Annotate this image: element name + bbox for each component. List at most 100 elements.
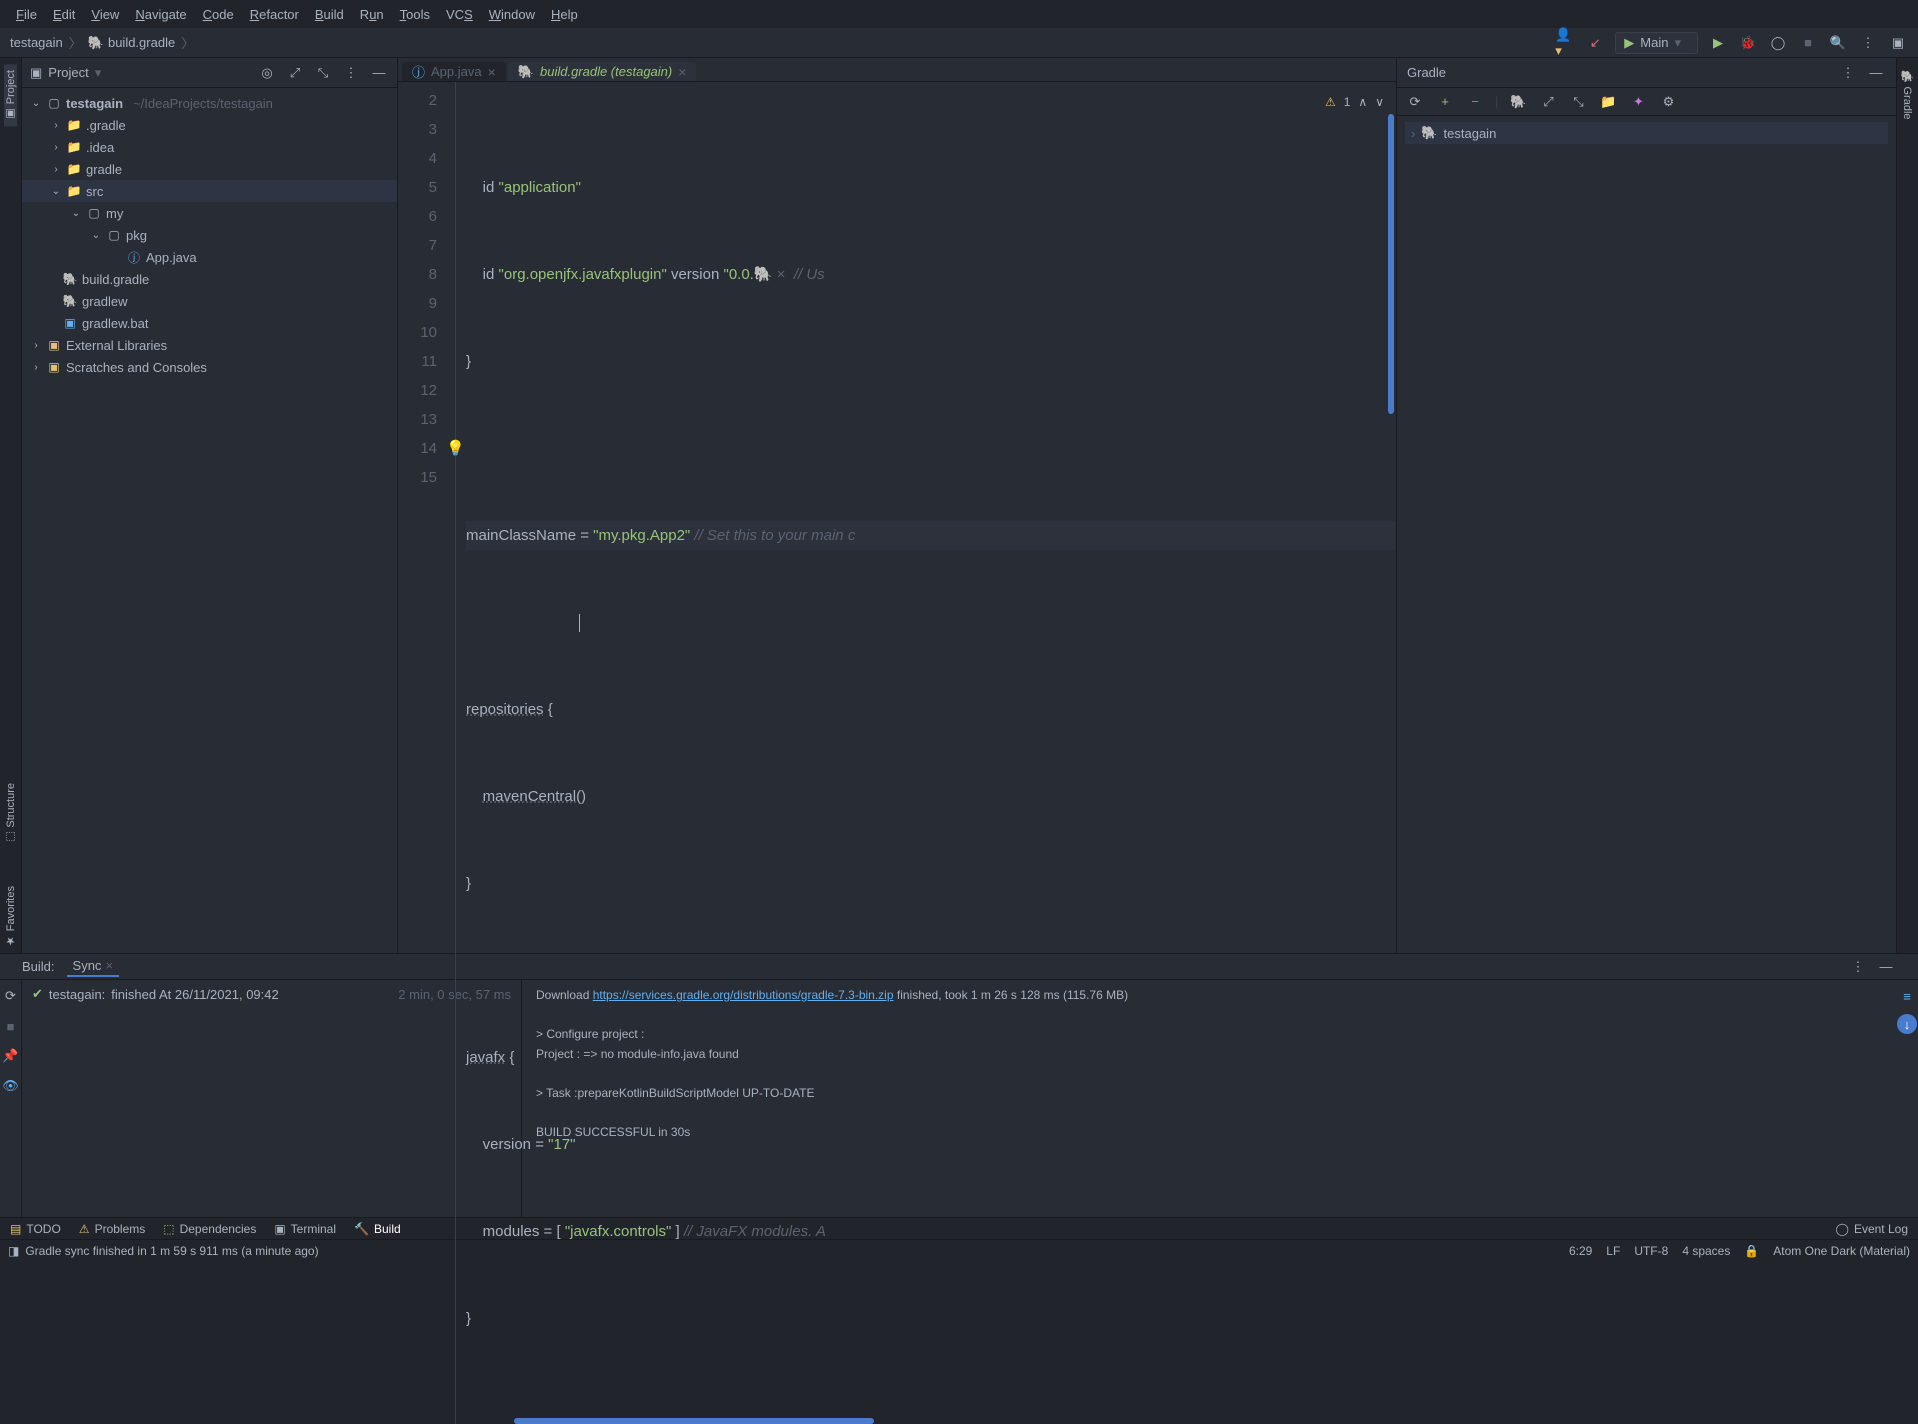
editor-vertical-scrollbar[interactable]	[1388, 114, 1394, 414]
code-editor-content[interactable]: ⚠1 ∧ ∨ id "application" id "org.openjfx.…	[456, 82, 1396, 1424]
editor-tab-build-gradle[interactable]: 🐘 build.gradle (testagain) ×	[508, 62, 697, 81]
favorites-tool-button[interactable]: ★ Favorites	[4, 880, 17, 953]
editor-body[interactable]: 23456789101112131415 ⚠1 ∧ ∨ id "applicat…	[398, 82, 1396, 1424]
tree-item-app-java[interactable]: ⓙApp.java	[22, 246, 397, 268]
problems-tool-button[interactable]: ⚠Problems	[79, 1222, 145, 1236]
coverage-button[interactable]: ◯	[1768, 33, 1788, 53]
menu-build[interactable]: Build	[307, 3, 352, 26]
breadcrumb-project[interactable]: testagain	[10, 35, 63, 50]
terminal-tool-button[interactable]: ▣Terminal	[274, 1222, 336, 1236]
tree-item-pkg[interactable]: ⌄▢pkg	[22, 224, 397, 246]
stop-button[interactable]: ■	[1798, 33, 1818, 53]
pin-icon[interactable]: 📌	[1, 1046, 21, 1066]
menu-window[interactable]: Window	[481, 3, 543, 26]
chevron-down-icon[interactable]: ▾	[95, 65, 102, 81]
menu-code[interactable]: Code	[195, 3, 242, 26]
status-cursor-pos[interactable]: 6:29	[1569, 1244, 1592, 1258]
status-encoding[interactable]: UTF-8	[1634, 1244, 1668, 1258]
editor-inspections-widget[interactable]: ⚠1 ∧ ∨	[1325, 88, 1384, 117]
gradle-toolbar: ⟳ + − | 🐘 ⤢ ⤡ 📁 ✦ ⚙	[1397, 88, 1896, 116]
refresh-icon[interactable]: ⟳	[1405, 92, 1425, 112]
next-highlight-icon[interactable]: ∨	[1375, 88, 1384, 117]
dependencies-tool-button[interactable]: ⬚Dependencies	[163, 1222, 256, 1236]
status-indent[interactable]: 4 spaces	[1682, 1244, 1730, 1258]
structure-tool-button[interactable]: ⬚ Structure	[4, 777, 17, 850]
settings-icon[interactable]: ⚙	[1658, 92, 1678, 112]
todo-tool-button[interactable]: ▤TODO	[10, 1222, 61, 1236]
menu-navigate[interactable]: Navigate	[127, 3, 194, 26]
breadcrumb-file[interactable]: build.gradle	[108, 35, 175, 50]
tree-item-src[interactable]: ⌄📁src	[22, 180, 397, 202]
menu-file[interactable]: File	[8, 3, 45, 26]
event-log-tool-button[interactable]: ◯Event Log	[1836, 1222, 1908, 1236]
editor-tab-app-java[interactable]: ⓙ App.java ×	[402, 62, 506, 81]
intention-bulb-icon[interactable]: 💡	[446, 434, 465, 463]
rerun-icon[interactable]: ⟳	[1, 986, 21, 1006]
build-subtab-sync[interactable]: Sync ×	[67, 956, 120, 977]
search-everywhere-button[interactable]: 🔍	[1828, 33, 1848, 53]
more-icon[interactable]: ⋮	[1858, 33, 1878, 53]
expand-all-icon[interactable]: ⤢	[1538, 92, 1558, 112]
lock-icon[interactable]: 🔒	[1744, 1244, 1759, 1258]
status-icon[interactable]: ◨	[8, 1244, 19, 1258]
collapse-all-icon[interactable]: ⤡	[1568, 92, 1588, 112]
editor-horizontal-scrollbar[interactable]	[514, 1418, 874, 1424]
gradle-project-root[interactable]: › 🐘 testagain	[1405, 122, 1888, 144]
tree-item-gradlew-bat[interactable]: ▣gradlew.bat	[22, 312, 397, 334]
folder-icon[interactable]: 📁	[1598, 92, 1618, 112]
back-arrow-icon[interactable]: ↙	[1585, 33, 1605, 53]
run-configuration-dropdown[interactable]: ▶ Main ▾	[1615, 32, 1698, 54]
stop-icon[interactable]: ■	[1, 1016, 21, 1036]
settings-icon[interactable]: ⋮	[341, 63, 361, 83]
status-line-separator[interactable]: LF	[1606, 1244, 1620, 1258]
build-tool-window: Build: Sync × ⋮ — ⟳ ■ 📌 👁 ✔ testagain: f…	[0, 953, 1918, 1217]
menu-help[interactable]: Help	[543, 3, 586, 26]
add-icon[interactable]: +	[1435, 92, 1455, 112]
prev-highlight-icon[interactable]: ∧	[1358, 88, 1367, 117]
gradle-tree[interactable]: › 🐘 testagain	[1397, 116, 1896, 150]
collapse-icon[interactable]: ⤡	[313, 63, 333, 83]
more-icon[interactable]: ⋮	[1848, 957, 1868, 977]
tree-item-scratches[interactable]: ›▣Scratches and Consoles	[22, 356, 397, 378]
target-icon[interactable]: ◎	[257, 63, 277, 83]
tree-item-ext-libs[interactable]: ›▣External Libraries	[22, 334, 397, 356]
build-output-console[interactable]: Download https://services.gradle.org/dis…	[522, 980, 1896, 1217]
tree-root[interactable]: ⌄▢ testagain ~/IdeaProjects/testagain	[22, 92, 397, 114]
project-tool-button[interactable]: ▣ Project	[4, 64, 17, 126]
gradle-tool-button[interactable]: 🐘 Gradle	[1901, 64, 1914, 126]
run-button[interactable]: ▶	[1708, 33, 1728, 53]
tree-item-gradle-dir2[interactable]: ›📁gradle	[22, 158, 397, 180]
remove-icon[interactable]: −	[1465, 92, 1485, 112]
minimize-icon[interactable]: —	[1866, 63, 1886, 83]
menu-refactor[interactable]: Refactor	[242, 3, 307, 26]
gradle-execute-icon[interactable]: 🐘	[1508, 92, 1528, 112]
download-url-link[interactable]: https://services.gradle.org/distribution…	[593, 988, 894, 1002]
ide-settings-icon[interactable]: ▣	[1888, 33, 1908, 53]
minimize-icon[interactable]: —	[369, 63, 389, 83]
user-icon[interactable]: 👤▾	[1555, 33, 1575, 53]
tree-item-gradle-dir[interactable]: ›📁.gradle	[22, 114, 397, 136]
menu-view[interactable]: View	[83, 3, 127, 26]
tree-item-idea-dir[interactable]: ›📁.idea	[22, 136, 397, 158]
menu-edit[interactable]: Edit	[45, 3, 83, 26]
close-tab-icon[interactable]: ×	[678, 64, 686, 80]
menu-tools[interactable]: Tools	[392, 3, 438, 26]
tree-item-my[interactable]: ⌄▢my	[22, 202, 397, 224]
status-theme[interactable]: Atom One Dark (Material)	[1773, 1244, 1910, 1258]
offline-mode-icon[interactable]: ✦	[1628, 92, 1648, 112]
more-icon[interactable]: ⋮	[1838, 63, 1858, 83]
expand-icon[interactable]: ⤢	[285, 63, 305, 83]
menu-run[interactable]: Run	[352, 3, 392, 26]
scroll-to-end-icon[interactable]: ↓	[1897, 1014, 1917, 1034]
tree-item-gradlew[interactable]: 🐘gradlew	[22, 290, 397, 312]
view-icon[interactable]: 👁	[1, 1076, 21, 1096]
tree-item-build-gradle[interactable]: 🐘build.gradle	[22, 268, 397, 290]
soft-wrap-icon[interactable]: ≡	[1897, 986, 1917, 1006]
project-tree[interactable]: ⌄▢ testagain ~/IdeaProjects/testagain ›📁…	[22, 88, 397, 953]
minimize-icon[interactable]: —	[1876, 957, 1896, 977]
close-tab-icon[interactable]: ×	[488, 64, 496, 80]
menu-vcs[interactable]: VCS	[438, 3, 481, 26]
debug-button[interactable]: 🐞	[1738, 33, 1758, 53]
build-tool-button[interactable]: 🔨Build	[354, 1222, 401, 1236]
close-icon[interactable]: ×	[105, 958, 113, 973]
